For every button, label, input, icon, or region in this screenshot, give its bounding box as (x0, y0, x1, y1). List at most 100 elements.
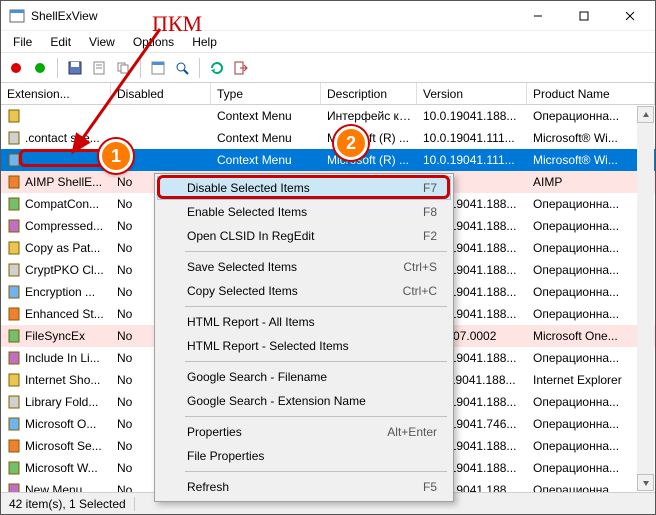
cell-product: Операционна... (527, 349, 655, 367)
cell-product: AIMP (527, 173, 655, 191)
close-button[interactable] (607, 1, 653, 31)
cell-version: 10.0.19041.111... (417, 129, 527, 147)
context-menu-item[interactable]: Google Search - Extension Name (157, 389, 451, 413)
context-menu-separator (185, 251, 447, 252)
col-description[interactable]: Description (321, 83, 417, 104)
context-menu[interactable]: Disable Selected ItemsF7Enable Selected … (154, 173, 454, 502)
cell-description: Microsoft (R) ... (321, 151, 417, 169)
annotation-rect-2 (157, 175, 450, 199)
context-menu-label: Google Search - Extension Name (187, 394, 366, 408)
context-menu-separator (185, 471, 447, 472)
context-menu-label: Google Search - Filename (187, 370, 327, 384)
file-icon (7, 263, 21, 277)
green-dot-icon[interactable] (31, 59, 49, 77)
context-menu-label: Copy Selected Items (187, 284, 298, 298)
context-menu-label: HTML Report - All Items (187, 315, 315, 329)
cell-product: Операционна... (527, 217, 655, 235)
context-menu-item[interactable]: File Properties (157, 444, 451, 468)
status-text: 42 item(s), 1 Selected (9, 497, 135, 511)
cell-product: Операционна... (527, 305, 655, 323)
file-icon (7, 307, 21, 321)
context-menu-label: Enable Selected Items (187, 205, 307, 219)
context-menu-label: Open CLSID In RegEdit (187, 229, 314, 243)
context-menu-item[interactable]: HTML Report - All Items (157, 310, 451, 334)
cell-extension: Enhanced St... (25, 307, 104, 321)
cell-product: Microsoft® Wi... (527, 129, 655, 147)
vertical-scrollbar[interactable] (637, 106, 654, 491)
cell-product: Microsoft One... (527, 327, 655, 345)
file-icon (7, 351, 21, 365)
context-menu-item[interactable]: PropertiesAlt+Enter (157, 420, 451, 444)
cell-product: Internet Explorer (527, 371, 655, 389)
context-menu-item[interactable]: Save Selected Items Ctrl+S (157, 255, 451, 279)
cell-product: Операционна... (527, 107, 655, 125)
file-icon (7, 109, 21, 123)
cell-product: Операционна... (527, 195, 655, 213)
context-menu-label: Refresh (187, 480, 229, 494)
cell-extension: Include In Li... (25, 351, 100, 365)
maximize-button[interactable] (561, 1, 607, 31)
context-menu-shortcut: F2 (423, 229, 437, 243)
cell-version: 10.0.19041.111... (417, 151, 527, 169)
file-icon (7, 175, 21, 189)
window-title: ShellExView (31, 9, 515, 23)
context-menu-separator (185, 361, 447, 362)
scroll-down-button[interactable] (637, 474, 654, 491)
context-menu-shortcut: F5 (423, 480, 437, 494)
context-menu-label: Properties (187, 425, 242, 439)
cell-extension: Microsoft O... (25, 417, 96, 431)
file-icon (7, 395, 21, 409)
file-icon (7, 483, 21, 492)
cell-extension: Internet Sho... (25, 373, 100, 387)
cell-product: Операционна... (527, 481, 655, 492)
scroll-up-button[interactable] (637, 106, 654, 123)
context-menu-separator (185, 416, 447, 417)
minimize-button[interactable] (515, 1, 561, 31)
cell-product: Операционна... (527, 239, 655, 257)
context-menu-label: Save Selected Items (187, 260, 297, 274)
context-menu-label: HTML Report - Selected Items (187, 339, 349, 353)
cell-extension: Encryption ... (25, 285, 95, 299)
cell-product: Операционна... (527, 437, 655, 455)
cell-extension: CompatCon... (25, 197, 99, 211)
file-icon (7, 241, 21, 255)
context-menu-item[interactable]: Copy Selected ItemsCtrl+C (157, 279, 451, 303)
cell-extension: Copy as Pat... (25, 241, 100, 255)
cell-type: Context Menu (211, 107, 321, 125)
exit-icon[interactable] (232, 59, 250, 77)
col-product[interactable]: Product Name (527, 83, 655, 104)
cell-extension: Compressed... (25, 219, 103, 233)
file-icon (7, 373, 21, 387)
annotation-badge-2: 2 (334, 126, 368, 160)
cell-product: Операционна... (527, 283, 655, 301)
context-menu-item[interactable]: Enable Selected Items F8 (157, 200, 451, 224)
context-menu-item[interactable]: Open CLSID In RegEdit F2 (157, 224, 451, 248)
col-version[interactable]: Version (417, 83, 527, 104)
file-icon (7, 461, 21, 475)
red-dot-icon[interactable] (7, 59, 25, 77)
col-type[interactable]: Type (211, 83, 321, 104)
file-icon (7, 197, 21, 211)
cell-product: Операционна... (527, 261, 655, 279)
file-icon (7, 417, 21, 431)
cell-extension: Microsoft W... (25, 461, 98, 475)
cell-product: Операционна... (527, 393, 655, 411)
file-icon (7, 131, 21, 145)
menu-file[interactable]: File (5, 33, 40, 51)
file-icon (7, 329, 21, 343)
context-menu-shortcut: Ctrl+S (403, 260, 437, 274)
refresh-icon[interactable] (208, 59, 226, 77)
app-icon (9, 8, 25, 24)
cell-type: Context Menu (211, 129, 321, 147)
cell-product: Операционна... (527, 459, 655, 477)
file-icon (7, 219, 21, 233)
context-menu-item[interactable]: Google Search - Filename (157, 365, 451, 389)
context-menu-item[interactable]: Refresh F5 (157, 475, 451, 499)
cell-extension: Library Fold... (25, 395, 98, 409)
context-menu-shortcut: F8 (423, 205, 437, 219)
cell-product: Microsoft® Wi... (527, 151, 655, 169)
context-menu-item[interactable]: HTML Report - Selected Items (157, 334, 451, 358)
cell-extension: AIMP ShellE... (25, 175, 102, 189)
annotation-rect-1 (19, 149, 112, 167)
cell-type: Context Menu (211, 151, 321, 169)
